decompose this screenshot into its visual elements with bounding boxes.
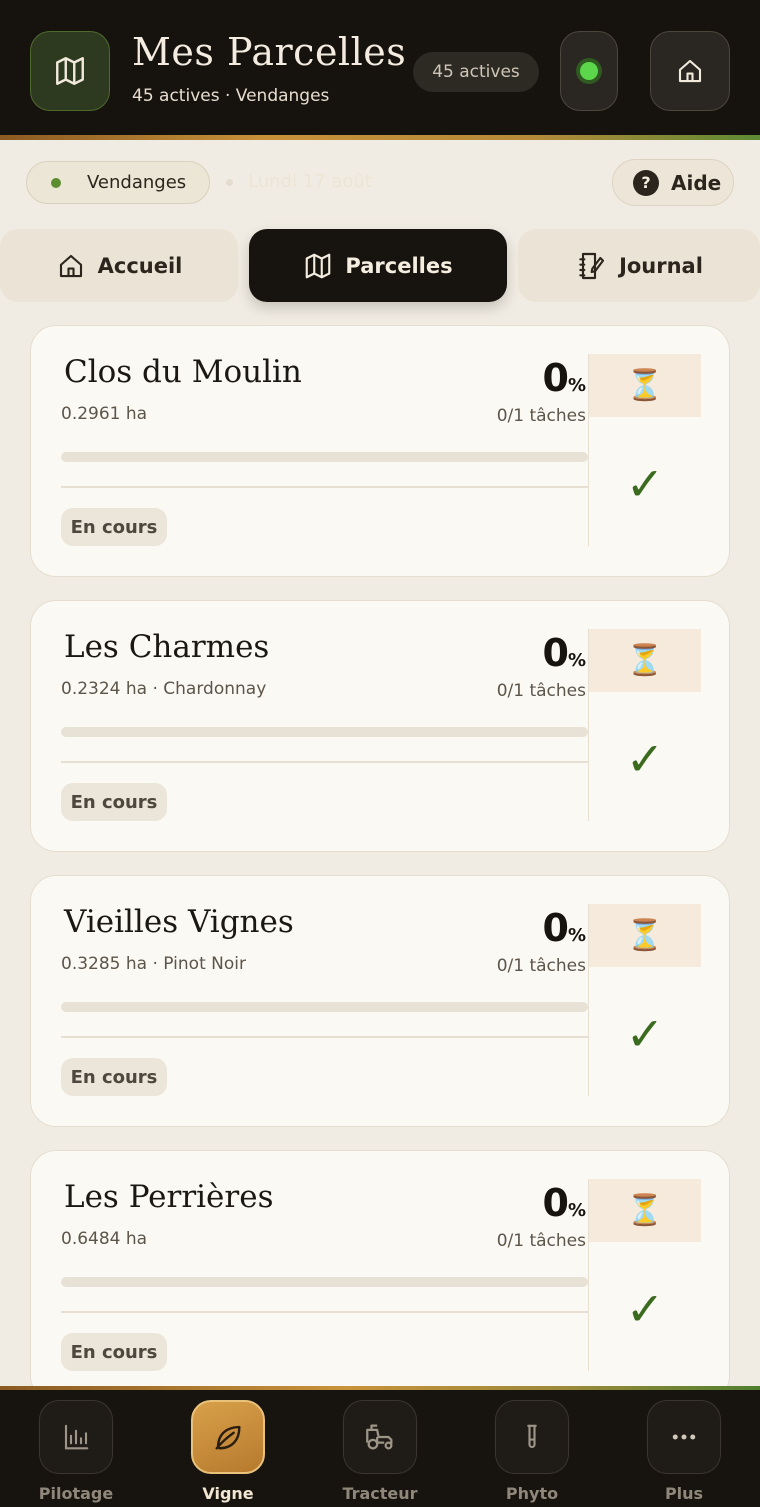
progress-bar	[61, 452, 588, 462]
active-count-badge: 45 actives	[413, 52, 539, 92]
page-title: Mes Parcelles	[132, 30, 407, 74]
tab-journal[interactable]: Journal	[518, 229, 760, 302]
check-icon[interactable]: ✓	[589, 1279, 701, 1339]
map-button[interactable]	[30, 31, 110, 111]
parcel-task-count: 0/1 tâches	[496, 406, 586, 426]
hourglass-icon[interactable]: ⏳	[589, 1179, 701, 1242]
parcel-percent: 0%	[542, 356, 587, 400]
help-button[interactable]: ? Aide	[612, 159, 734, 206]
test-tube-icon	[527, 1424, 537, 1449]
nav-pilotage[interactable]: Pilotage	[21, 1400, 131, 1504]
task-actions: ⏳ ✓	[588, 904, 701, 1096]
bottom-navigation: Pilotage Vigne Tracteur Phyto Plus	[0, 1386, 760, 1507]
divider	[61, 486, 588, 488]
divider	[61, 1311, 588, 1313]
tab-label: Parcelles	[345, 253, 453, 278]
date-separator-dot	[226, 179, 233, 186]
page-subtitle: 45 actives · Vendanges	[132, 86, 330, 106]
task-actions: ⏳ ✓	[588, 1179, 701, 1371]
parcel-card[interactable]: Les Perrières 0.6484 ha 0% 0/1 tâches En…	[30, 1150, 730, 1402]
nav-label: Pilotage	[38, 1484, 114, 1503]
bar-chart-icon	[64, 1424, 89, 1450]
tractor-icon	[366, 1424, 393, 1450]
help-label: Aide	[671, 170, 722, 195]
help-icon: ?	[633, 169, 659, 196]
nav-label: Vigne	[202, 1484, 254, 1503]
tab-accueil[interactable]: Accueil	[0, 229, 238, 302]
parcel-task-count: 0/1 tâches	[496, 681, 586, 701]
parcel-meta: 0.2324 ha · Chardonnay	[61, 679, 267, 699]
parcel-meta: 0.3285 ha · Pinot Noir	[61, 954, 246, 974]
parcel-meta: 0.2961 ha	[61, 404, 148, 424]
status-badge: En cours	[61, 783, 167, 821]
home-button[interactable]	[650, 31, 730, 111]
leaf-icon	[215, 1425, 241, 1450]
parcel-task-count: 0/1 tâches	[496, 1231, 586, 1251]
status-dot-icon	[580, 62, 598, 80]
check-icon[interactable]: ✓	[589, 1004, 701, 1064]
parcel-percent: 0%	[542, 1181, 587, 1225]
task-actions: ⏳ ✓	[588, 354, 701, 546]
progress-bar	[61, 1002, 588, 1012]
parcel-name: Les Charmes	[64, 629, 270, 665]
status-badge: En cours	[61, 1333, 167, 1371]
tab-label: Journal	[619, 253, 703, 278]
parcel-percent: 0%	[542, 631, 587, 675]
app-header: Mes Parcelles 45 actives · Vendanges 45 …	[0, 0, 760, 140]
season-chip[interactable]: Vendanges	[26, 161, 210, 204]
map-icon	[306, 253, 331, 278]
hourglass-icon[interactable]: ⏳	[589, 629, 701, 692]
parcel-meta: 0.6484 ha	[61, 1229, 148, 1249]
parcel-name: Les Perrières	[64, 1179, 274, 1215]
divider	[61, 1036, 588, 1038]
notebook-icon	[579, 252, 605, 279]
nav-label: Plus	[664, 1484, 704, 1503]
nav-label: Phyto	[505, 1484, 559, 1503]
nav-plus[interactable]: Plus	[629, 1400, 739, 1504]
connection-status-button[interactable]	[560, 31, 618, 111]
map-icon	[56, 57, 84, 85]
parcel-card[interactable]: Vieilles Vignes 0.3285 ha · Pinot Noir 0…	[30, 875, 730, 1127]
more-icon	[672, 1434, 696, 1440]
check-icon[interactable]: ✓	[589, 729, 701, 789]
progress-bar	[61, 727, 588, 737]
task-actions: ⏳ ✓	[588, 629, 701, 821]
nav-tracteur[interactable]: Tracteur	[325, 1400, 435, 1504]
season-dot-icon	[51, 177, 61, 188]
progress-bar	[61, 1277, 588, 1287]
parcel-card[interactable]: Clos du Moulin 0.2961 ha 0% 0/1 tâches E…	[30, 325, 730, 577]
home-icon	[678, 59, 702, 83]
tab-label: Accueil	[97, 253, 183, 278]
status-badge: En cours	[61, 1058, 167, 1096]
nav-label: Tracteur	[342, 1484, 418, 1503]
current-date: Lundi 17 août	[248, 171, 372, 192]
check-icon[interactable]: ✓	[589, 454, 701, 514]
home-icon	[59, 254, 82, 277]
parcel-percent: 0%	[542, 906, 587, 950]
hourglass-icon[interactable]: ⏳	[589, 354, 701, 417]
tab-parcelles[interactable]: Parcelles	[249, 229, 507, 302]
hourglass-icon[interactable]: ⏳	[589, 904, 701, 967]
parcel-task-count: 0/1 tâches	[496, 956, 586, 976]
parcel-card[interactable]: Les Charmes 0.2324 ha · Chardonnay 0% 0/…	[30, 600, 730, 852]
parcel-name: Clos du Moulin	[64, 354, 302, 390]
parcel-name: Vieilles Vignes	[64, 904, 294, 940]
season-label: Vendanges	[87, 172, 187, 193]
divider	[61, 761, 588, 763]
nav-phyto[interactable]: Phyto	[477, 1400, 587, 1504]
status-badge: En cours	[61, 508, 167, 546]
nav-vigne[interactable]: Vigne	[173, 1400, 283, 1504]
